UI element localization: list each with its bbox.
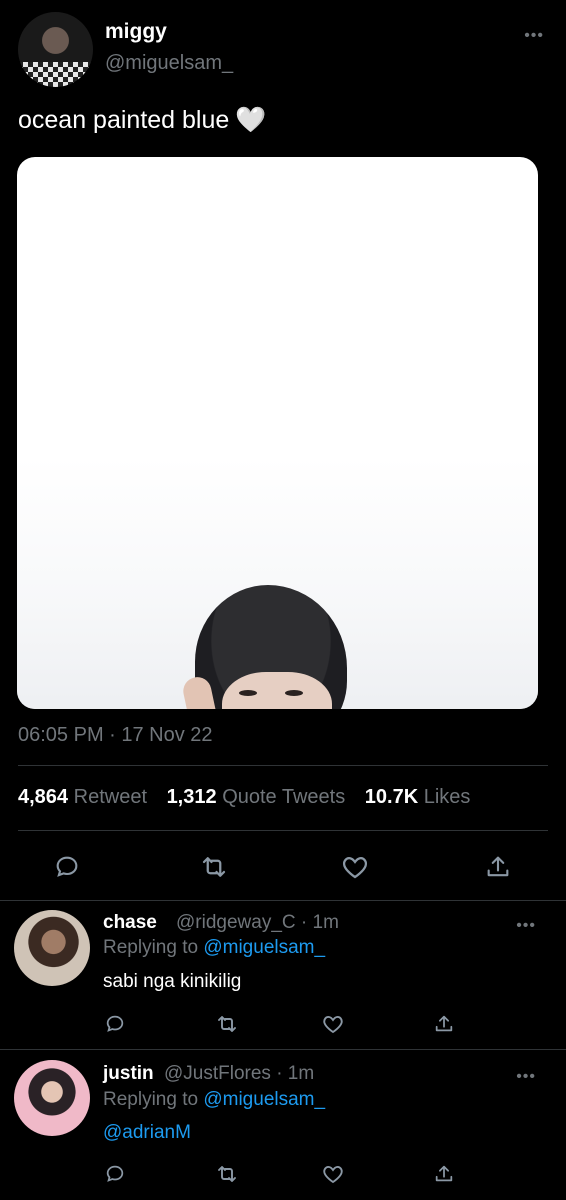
ellipsis-icon[interactable]: •••	[516, 918, 536, 934]
divider	[18, 765, 548, 766]
engagement-stats: 4,864 Retweet 1,312 Quote Tweets 10.7K L…	[18, 786, 484, 809]
like-label[interactable]: Likes	[424, 786, 471, 808]
like-icon[interactable]	[320, 1011, 346, 1037]
share-icon[interactable]	[431, 1011, 457, 1037]
retweet-icon[interactable]	[197, 850, 231, 884]
tweet-text-content: ocean painted blue	[18, 106, 230, 134]
reply-handle-time[interactable]: @ridgeway_C · 1m	[176, 912, 339, 934]
reply-icon[interactable]	[102, 1161, 128, 1187]
replying-prefix: Replying to	[103, 937, 199, 958]
tweet-text: ocean painted blue 🤍	[18, 106, 266, 135]
like-icon[interactable]	[338, 850, 372, 884]
author-avatar[interactable]	[18, 12, 93, 87]
reply-avatar[interactable]	[14, 910, 90, 986]
tweet-timestamp[interactable]: 06:05 PM · 17 Nov 22	[18, 724, 213, 747]
author-handle[interactable]: @miguelsam_	[105, 52, 233, 75]
replying-to: Replying to @miguelsam_	[103, 937, 325, 959]
reply-text: sabi nga kinikilig	[103, 971, 242, 992]
like-icon[interactable]	[320, 1161, 346, 1187]
replying-to: Replying to @miguelsam_	[103, 1089, 325, 1111]
white-heart-emoji: 🤍	[235, 106, 267, 134]
reply-icon[interactable]	[102, 1011, 128, 1037]
reply-handle-time[interactable]: @JustFlores · 1m	[164, 1063, 314, 1085]
reply-avatar[interactable]	[14, 1060, 90, 1136]
quote-count[interactable]: 1,312	[167, 786, 217, 808]
share-icon[interactable]	[481, 850, 515, 884]
replying-mention[interactable]: @miguelsam_	[203, 937, 325, 958]
share-icon[interactable]	[431, 1161, 457, 1187]
replying-mention[interactable]: @miguelsam_	[203, 1089, 325, 1110]
retweet-label[interactable]: Retweet	[74, 786, 147, 808]
quote-label[interactable]: Quote Tweets	[222, 786, 345, 808]
author-display-name[interactable]: miggy	[105, 20, 167, 44]
retweet-icon[interactable]	[214, 1011, 240, 1037]
ellipsis-icon[interactable]: •••	[524, 28, 544, 44]
reply-text-mention[interactable]: @adrianM	[103, 1122, 191, 1144]
reply-icon[interactable]	[50, 850, 84, 884]
reply-display-name[interactable]: justin	[103, 1063, 154, 1085]
retweet-count[interactable]: 4,864	[18, 786, 68, 808]
retweet-icon[interactable]	[214, 1161, 240, 1187]
divider	[0, 1049, 566, 1050]
tweet-photo[interactable]	[17, 157, 538, 709]
divider	[18, 830, 548, 831]
divider	[0, 900, 566, 901]
reply-display-name[interactable]: chase	[103, 912, 157, 934]
like-count[interactable]: 10.7K	[365, 786, 418, 808]
ellipsis-icon[interactable]: •••	[516, 1069, 536, 1085]
replying-prefix: Replying to	[103, 1089, 199, 1110]
